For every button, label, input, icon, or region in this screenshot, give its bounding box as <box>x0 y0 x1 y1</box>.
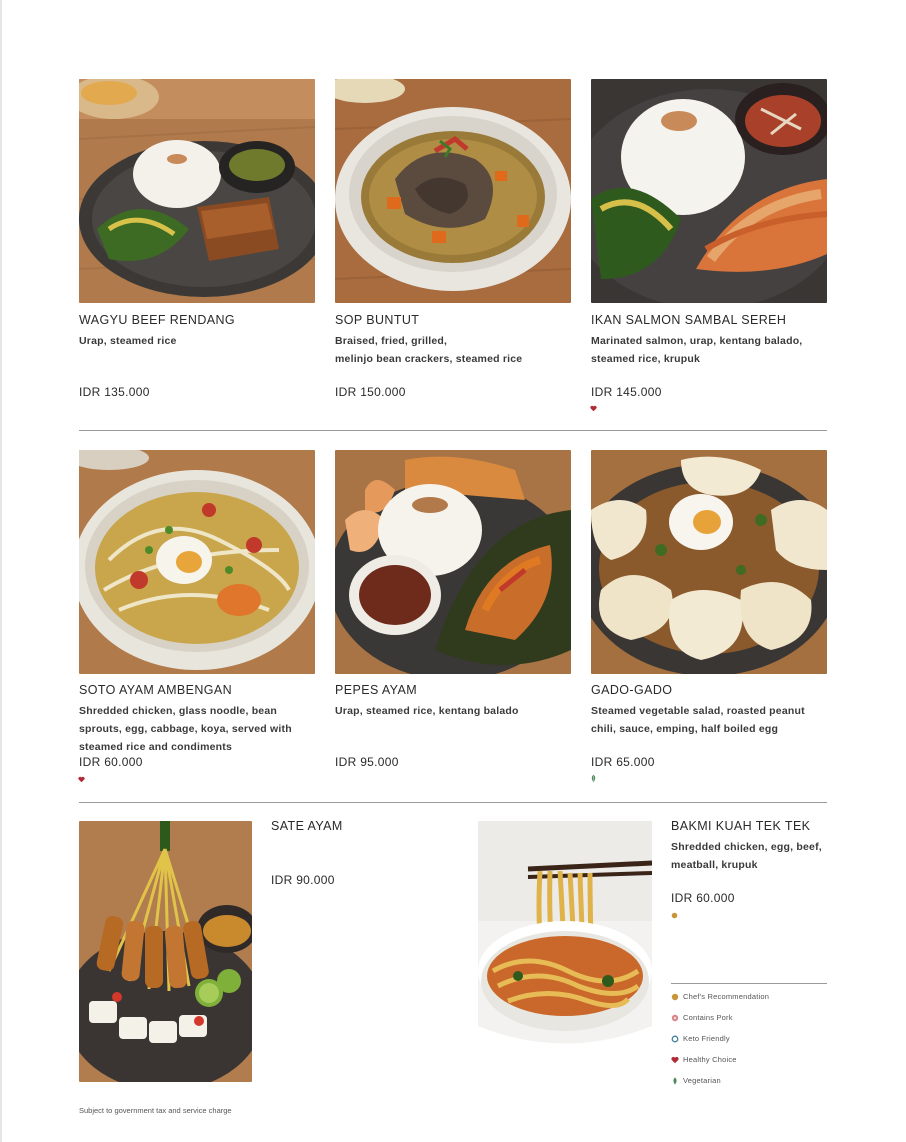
chefs-recommendation-icon <box>671 912 678 919</box>
dish-description: Urap, steamed rice, kentang balado <box>335 705 519 717</box>
dish-name: GADO-GADO <box>591 683 673 697</box>
dish-description: Marinated salmon, urap, kentang balado, … <box>591 335 803 365</box>
menu-item: IKAN SALMON SAMBAL SEREH Marinated salmo… <box>591 313 827 368</box>
legend-item: Keto Friendly <box>671 1028 827 1049</box>
dish-name: SATE AYAM <box>271 819 343 833</box>
menu-item: PEPES AYAM Urap, steamed rice, kentang b… <box>335 683 571 720</box>
dish-price: IDR 145.000 <box>591 385 662 399</box>
dish-name: WAGYU BEEF RENDANG <box>79 313 236 327</box>
healthy-choice-icon <box>671 1056 679 1063</box>
healthy-choice-icon <box>590 405 597 412</box>
menu-item: SATE AYAM <box>271 819 451 838</box>
legend-item: Healthy Choice <box>671 1049 827 1070</box>
legend-item: Chef's Recommendation <box>671 986 827 1007</box>
vegetarian-icon <box>591 774 596 783</box>
dish-price: IDR 95.000 <box>335 755 399 769</box>
healthy-choice-icon <box>78 776 85 783</box>
legend-label: Vegetarian <box>683 1076 721 1085</box>
dish-price: IDR 60.000 <box>79 755 143 769</box>
menu-item: BAKMI KUAH TEK TEK Shredded chicken, egg… <box>671 819 831 874</box>
dish-price: IDR 65.000 <box>591 755 655 769</box>
dish-name: SOTO AYAM AMBENGAN <box>79 683 233 697</box>
bakmi-photo <box>478 821 652 1082</box>
dish-name: PEPES AYAM <box>335 683 418 697</box>
beef-rendang-photo <box>79 79 315 303</box>
dish-name: IKAN SALMON SAMBAL SEREH <box>591 313 787 327</box>
dish-description: Braised, fried, grilled, melinjo bean cr… <box>335 335 523 365</box>
dish-description: Urap, steamed rice <box>79 335 177 347</box>
page-edge <box>0 0 2 1142</box>
menu-item: SOP BUNTUT Braised, fried, grilled, meli… <box>335 313 571 368</box>
tax-footnote: Subject to government tax and service ch… <box>79 1106 232 1115</box>
vegetarian-icon <box>673 1076 677 1085</box>
chefs-recommendation-icon <box>671 993 679 1000</box>
menu-item: WAGYU BEEF RENDANG Urap, steamed rice <box>79 313 315 350</box>
menu-item: GADO-GADO Steamed vegetable salad, roast… <box>591 683 827 738</box>
menu-item: SOTO AYAM AMBENGAN Shredded chicken, gla… <box>79 683 315 756</box>
dish-description: Shredded chicken, glass noodle, bean spr… <box>79 705 292 753</box>
dish-price: IDR 90.000 <box>271 873 335 887</box>
dish-price: IDR 60.000 <box>671 891 735 905</box>
sate-ayam-photo <box>79 821 252 1082</box>
salmon-photo <box>591 79 827 303</box>
gado-gado-photo <box>591 450 827 674</box>
dish-description: Shredded chicken, egg, beef, meatball, k… <box>671 841 822 871</box>
section-divider <box>79 430 827 431</box>
contains-pork-icon <box>671 1014 679 1021</box>
oxtail-soup-photo <box>335 79 571 303</box>
dish-price: IDR 150.000 <box>335 385 406 399</box>
dish-name: BAKMI KUAH TEK TEK <box>671 819 811 833</box>
legend-item: Vegetarian <box>671 1070 827 1091</box>
dish-price: IDR 135.000 <box>79 385 150 399</box>
legend-label: Chef's Recommendation <box>683 992 770 1001</box>
keto-friendly-icon <box>671 1035 679 1042</box>
dish-description: Steamed vegetable salad, roasted peanut … <box>591 705 805 735</box>
section-divider <box>79 802 827 803</box>
legend-label: Healthy Choice <box>683 1055 737 1064</box>
soto-ayam-photo <box>79 450 315 674</box>
legend-item: Contains Pork <box>671 1007 827 1028</box>
legend-label: Keto Friendly <box>683 1034 730 1043</box>
dish-name: SOP BUNTUT <box>335 313 420 327</box>
dietary-legend: Chef's Recommendation Contains Pork Keto… <box>671 983 827 1091</box>
legend-label: Contains Pork <box>683 1013 733 1022</box>
pepes-ayam-photo <box>335 450 571 674</box>
